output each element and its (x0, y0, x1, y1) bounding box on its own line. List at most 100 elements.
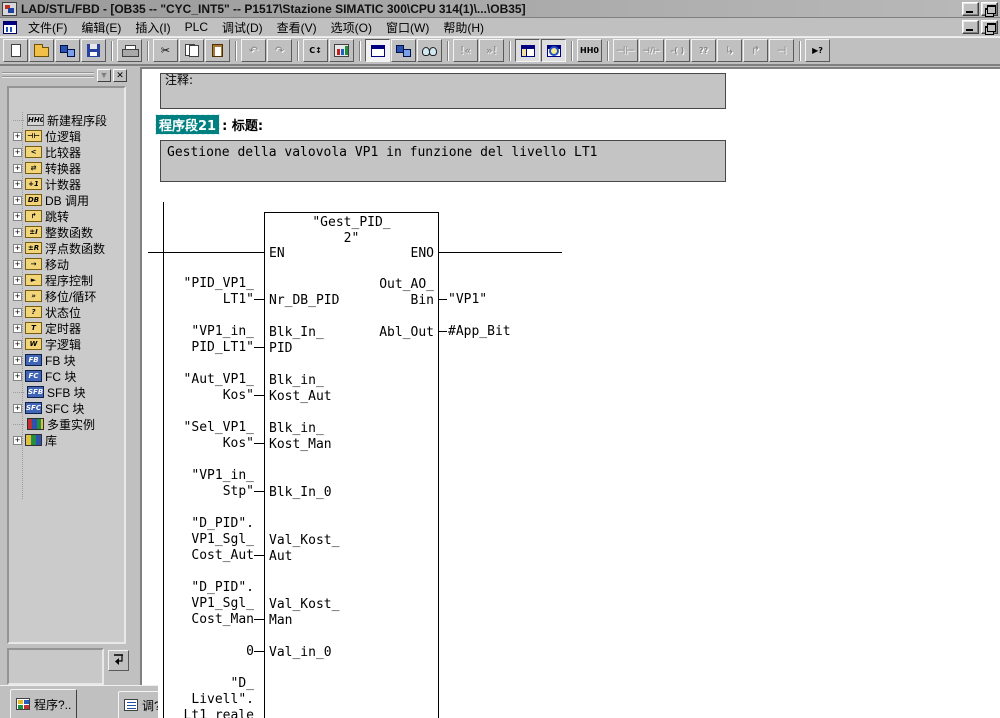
connector-button[interactable]: ⊣ (769, 39, 794, 62)
menu-plc[interactable]: PLC (178, 18, 215, 36)
contact-no-button[interactable]: ⊣⊢ (613, 39, 638, 62)
operand-zero[interactable]: 0 (160, 644, 254, 660)
operand-d-livell-2[interactable]: Livell". (160, 692, 254, 708)
param-nr-db-pid[interactable]: Nr_DB_PID (269, 293, 339, 309)
param-val-kost-aut-2[interactable]: Aut (269, 549, 292, 565)
split-view-button[interactable] (515, 39, 540, 62)
expand-icon[interactable] (13, 292, 22, 301)
redo-button[interactable]: ↷ (267, 39, 292, 62)
paste-button[interactable] (205, 39, 230, 62)
expand-icon[interactable] (13, 228, 22, 237)
catalog-toggle-button[interactable] (391, 39, 416, 62)
network-label[interactable]: 程序段21 (156, 115, 219, 134)
contact-nc-button[interactable]: ⊣/⊢ (639, 39, 664, 62)
operand-sel-vp1-kos-2[interactable]: Kos" (160, 436, 254, 452)
tab-call-structure[interactable]: 调? (118, 691, 158, 718)
catalog-dropdown-button[interactable]: ▼ (97, 69, 111, 82)
sidebar-item-move[interactable]: →移动 (9, 256, 124, 272)
open-branch-button[interactable]: ↳ (717, 39, 742, 62)
operand-aut-vp1-kos-2[interactable]: Kos" (160, 388, 254, 404)
sidebar-item-status-bits[interactable]: ?状态位 (9, 304, 124, 320)
expand-icon[interactable] (13, 340, 22, 349)
sidebar-item-comparator[interactable]: <比较器 (9, 144, 124, 160)
sidebar-item-new-network[interactable]: HH0新建程序段 (9, 112, 124, 128)
menu-options[interactable]: 选项(O) (324, 17, 379, 38)
param-blk-in-kost-aut-2[interactable]: Kost_Aut (269, 389, 332, 405)
param-val-kost-man-1[interactable]: Val_Kost_ (269, 597, 339, 613)
operand-aut-vp1-kos-1[interactable]: "Aut_VP1_ (160, 372, 254, 388)
sidebar-item-integer-fn[interactable]: ±I整数函数 (9, 224, 124, 240)
overview-toggle-button[interactable] (365, 39, 390, 62)
expand-icon[interactable] (13, 276, 22, 285)
sidebar-item-float-fn[interactable]: ±R浮点数函数 (9, 240, 124, 256)
operand-d-pid-cost-aut-1[interactable]: "D_PID". (160, 516, 254, 532)
expand-icon[interactable] (13, 356, 22, 365)
cut-button[interactable]: ✂ (153, 39, 178, 62)
module-info-button[interactable] (329, 39, 354, 62)
sidebar-item-fc-blocks[interactable]: FCFC 块 (9, 368, 124, 384)
expand-icon[interactable] (13, 308, 22, 317)
catalog-close-button[interactable]: ✕ (113, 69, 127, 82)
menu-file[interactable]: 文件(F) (21, 17, 74, 38)
expand-icon[interactable] (13, 132, 22, 141)
expand-icon[interactable] (13, 244, 22, 253)
expand-icon[interactable] (13, 260, 22, 269)
undo-button[interactable]: ↶ (241, 39, 266, 62)
copy-button[interactable] (179, 39, 204, 62)
menu-window[interactable]: 窗口(W) (379, 17, 436, 38)
next-error-button[interactable]: »! (479, 39, 504, 62)
param-blk-in-pid-1[interactable]: Blk_In_ (269, 325, 324, 341)
print-button[interactable] (117, 39, 142, 62)
new-button[interactable] (3, 39, 28, 62)
expand-icon[interactable] (13, 372, 22, 381)
operand-vp1-in-pid-lt1-1[interactable]: "VP1_in_ (160, 324, 254, 340)
dock-splitter[interactable] (133, 67, 140, 685)
operand-d-pid-cost-man-3[interactable]: Cost_Man (160, 612, 254, 628)
sidebar-item-program-control[interactable]: ►程序控制 (9, 272, 124, 288)
expand-icon[interactable] (13, 148, 22, 157)
param-val-kost-aut-1[interactable]: Val_Kost_ (269, 533, 339, 549)
ladder-editor[interactable]: 注释: 程序段21 : 标题: Gestione della valovola … (140, 67, 1000, 718)
operand-pid-vp1-lt1-1[interactable]: "PID_VP1_ (160, 276, 254, 292)
menu-view[interactable]: 查看(V) (270, 17, 324, 38)
operand-d-pid-cost-aut-3[interactable]: Cost_Aut (160, 548, 254, 564)
sidebar-item-db-call[interactable]: DBDB 调用 (9, 192, 124, 208)
param-val-in-0[interactable]: Val_in_0 (269, 645, 332, 661)
sidebar-item-bit-logic[interactable]: ⊣⊢位逻辑 (9, 128, 124, 144)
network-title-suffix[interactable]: : 标题: (222, 115, 263, 134)
empty-box-button[interactable]: ?? (691, 39, 716, 62)
operand-pid-vp1-lt1-2[interactable]: LT1" (160, 292, 254, 308)
operand-d-livell-1[interactable]: "D_ (160, 676, 254, 692)
expand-icon[interactable] (13, 404, 22, 413)
insert-element-button[interactable] (108, 650, 129, 671)
expand-icon[interactable] (13, 324, 22, 333)
param-blk-in-kost-aut-1[interactable]: Blk_in_ (269, 373, 324, 389)
prev-error-button[interactable]: !« (453, 39, 478, 62)
operand-vp1-in-pid-lt1-2[interactable]: PID_LT1" (160, 340, 254, 356)
sidebar-item-timer[interactable]: T定时器 (9, 320, 124, 336)
menu-insert[interactable]: 插入(I) (128, 17, 177, 38)
monitor-button[interactable] (417, 39, 442, 62)
download-blocks-button[interactable] (55, 39, 80, 62)
sidebar-item-library[interactable]: 库 (9, 432, 124, 448)
operand-vp1-in-stp-1[interactable]: "VP1_in_ (160, 468, 254, 484)
expand-icon[interactable] (13, 212, 22, 221)
operand-d-livell-3[interactable]: Lt1 reale (160, 708, 254, 718)
sidebar-item-converter[interactable]: ⇄转换器 (9, 160, 124, 176)
open-button[interactable] (29, 39, 54, 62)
sidebar-item-fb-blocks[interactable]: FBFB 块 (9, 352, 124, 368)
function-block[interactable]: "Gest_PID_ 2" EN ENO Nr_DB_PID Blk_In_ P… (264, 212, 439, 718)
param-out-ao-bin-1[interactable]: Out_AO_ (379, 277, 434, 293)
sidebar-item-sfc-blocks[interactable]: SFCSFC 块 (9, 400, 124, 416)
program-elements-tree[interactable]: HH0新建程序段 ⊣⊢位逻辑 <比较器 ⇄转换器 +1计数器 DBDB 调用 ↱… (7, 86, 126, 644)
sidebar-item-sfb-blocks[interactable]: SFBSFB 块 (9, 384, 124, 400)
child-restore-button[interactable] (981, 20, 998, 34)
restore-button[interactable] (981, 2, 998, 16)
operand-d-pid-cost-aut-2[interactable]: VP1_Sgl_ (160, 532, 254, 548)
save-button[interactable] (81, 39, 106, 62)
network-comment-box[interactable]: Gestione della valovola VP1 in funzione … (160, 140, 726, 182)
operand-app-bit[interactable]: #App_Bit (448, 324, 511, 340)
dock-gripper[interactable] (2, 72, 94, 79)
param-val-kost-man-2[interactable]: Man (269, 613, 292, 629)
help-button[interactable]: ▶? (805, 39, 830, 62)
